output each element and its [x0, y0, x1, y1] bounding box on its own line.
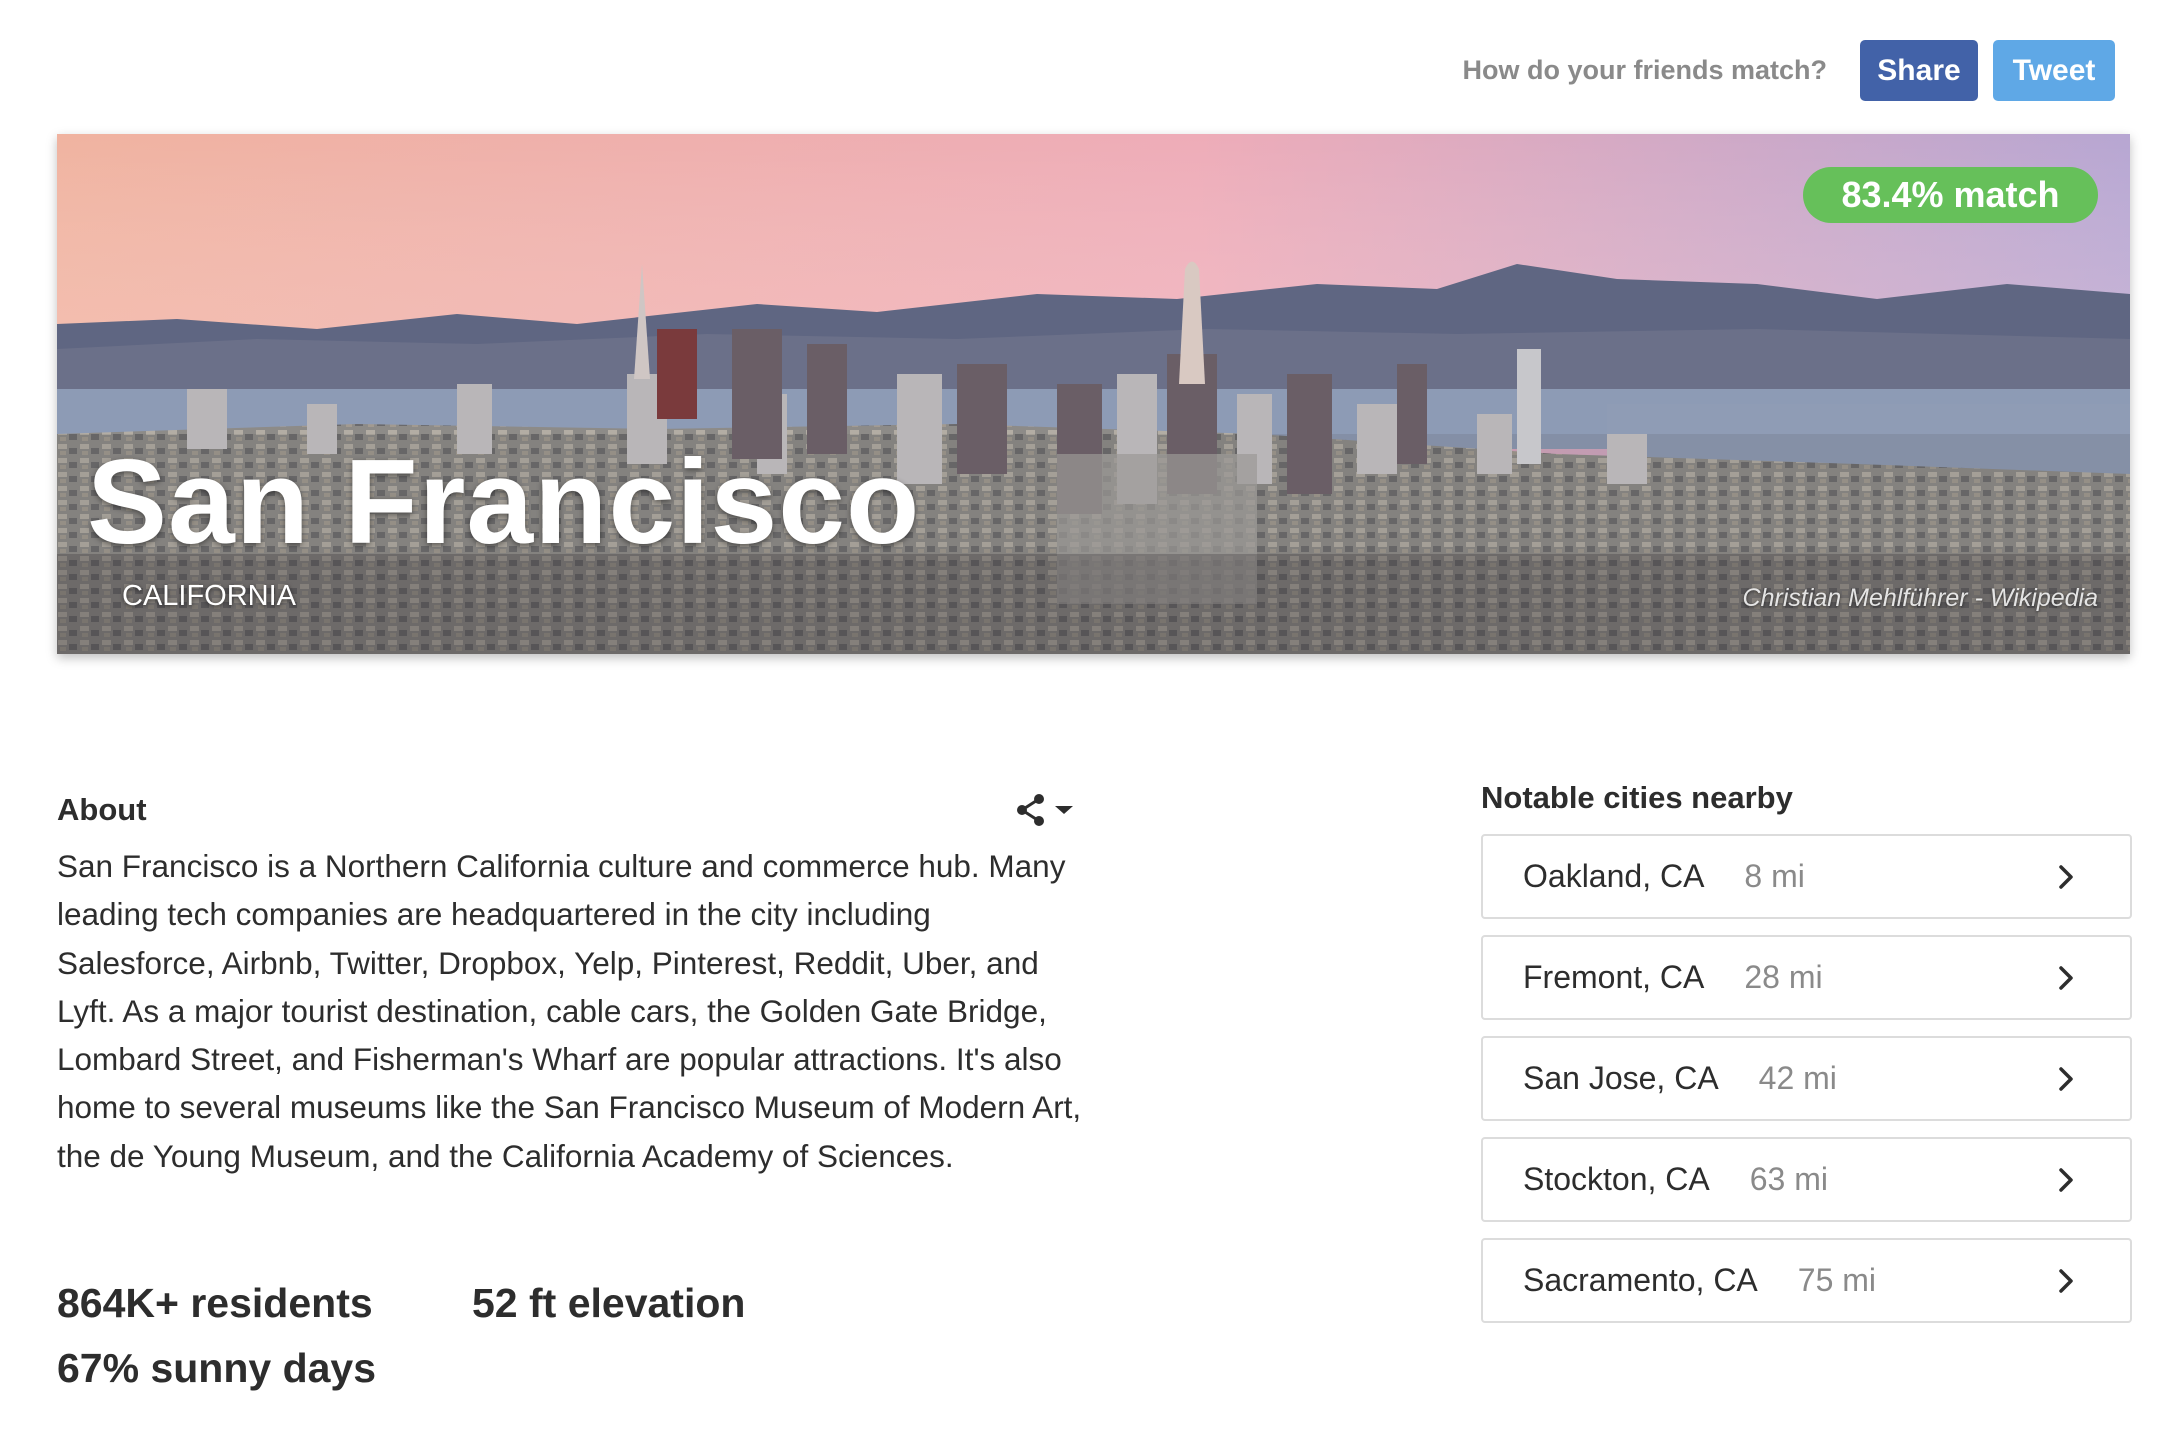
nearby-city-distance: 42 mi [1758, 1060, 1837, 1096]
nearby-cities-list: Oakland, CA 8 mi Fremont, CA 28 mi San J… [1481, 834, 2132, 1323]
nearby-city-distance: 63 mi [1749, 1161, 1828, 1197]
city-name: San Francisco [87, 435, 921, 569]
nearby-city-name: Sacramento, CA [1523, 1262, 1758, 1298]
match-percentage-badge: 83.4% match [1803, 167, 2098, 223]
chevron-right-icon [2059, 1066, 2073, 1091]
about-description: San Francisco is a Northern California c… [57, 848, 1082, 1174]
about-header: About [57, 790, 1077, 830]
elevation-stat: 52 ft elevation [472, 1280, 746, 1326]
residents-stat: 864K+ residents [57, 1280, 373, 1326]
tweet-button[interactable]: Tweet [1993, 40, 2115, 101]
chevron-right-icon [2059, 864, 2073, 889]
state-name: CALIFORNIA [122, 580, 297, 612]
nearby-city-item[interactable]: Sacramento, CA 75 mi [1481, 1238, 2132, 1323]
nearby-city-item[interactable]: Fremont, CA 28 mi [1481, 935, 2132, 1020]
chevron-right-icon [2059, 1167, 2073, 1192]
photo-credit[interactable]: Christian Mehlführer - Wikipedia [1743, 584, 2098, 613]
sunny-days-stat: 67% sunny days [57, 1345, 377, 1391]
share-button[interactable]: Share [1860, 40, 1978, 101]
nearby-city-distance: 8 mi [1744, 858, 1805, 894]
nearby-city-item[interactable]: Oakland, CA 8 mi [1481, 834, 2132, 919]
city-hero-banner: 83.4% match San Francisco CALIFORNIA Chr… [57, 134, 2130, 654]
chevron-down-icon [1055, 806, 1073, 814]
nearby-cities-title: Notable cities nearby [1481, 780, 1793, 815]
share-icon [1017, 794, 1044, 826]
about-section: About San Francisco is a Northern Califo… [57, 790, 1081, 1180]
share-bar: How do your friends match? Share Tweet [1462, 40, 2115, 101]
friends-match-prompt: How do your friends match? [1462, 55, 1827, 85]
nearby-city-distance: 75 mi [1797, 1262, 1877, 1298]
share-dropdown[interactable] [1015, 793, 1075, 827]
about-title: About [57, 792, 147, 827]
nearby-city-item[interactable]: Stockton, CA 63 mi [1481, 1137, 2132, 1222]
nearby-city-name: San Jose, CA [1523, 1060, 1719, 1096]
nearby-city-distance: 28 mi [1744, 959, 1823, 995]
nearby-city-item[interactable]: San Jose, CA 42 mi [1481, 1036, 2132, 1121]
chevron-right-icon [2059, 965, 2073, 990]
nearby-city-name: Fremont, CA [1523, 959, 1705, 995]
nearby-cities-section: Notable cities nearby Oakland, CA 8 mi F… [1481, 780, 2132, 1339]
nearby-city-name: Oakland, CA [1523, 858, 1705, 894]
nearby-city-name: Stockton, CA [1523, 1161, 1710, 1197]
chevron-right-icon [2059, 1268, 2073, 1293]
